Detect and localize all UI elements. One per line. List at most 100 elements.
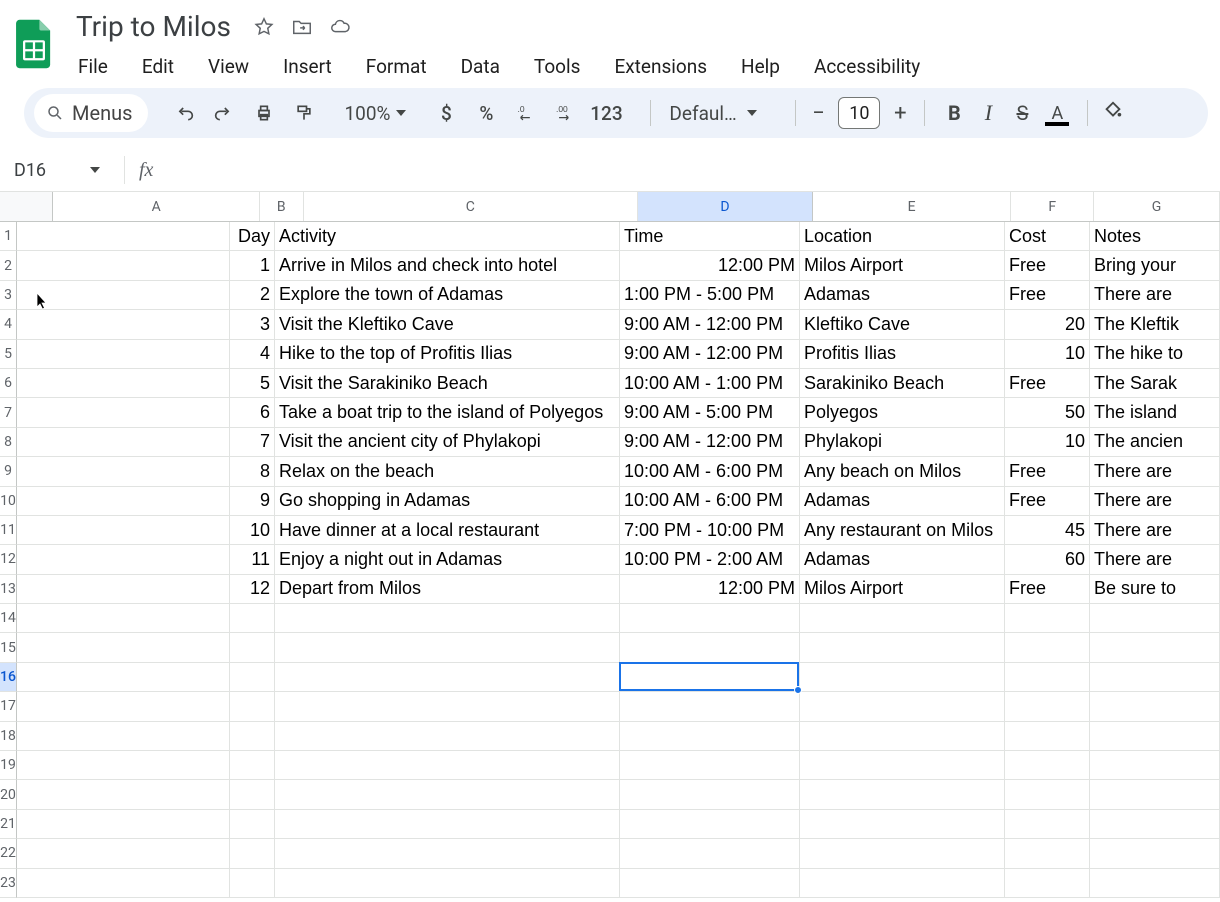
decrease-decimal-button[interactable]: .0 [508,95,544,131]
cell[interactable]: 9 [230,487,275,516]
menu-edit[interactable]: Edit [138,51,178,82]
cell[interactable] [1005,663,1090,692]
cell[interactable] [275,839,620,868]
cell[interactable] [1005,869,1090,898]
menu-data[interactable]: Data [457,51,504,82]
cell[interactable]: Any restaurant on Milos [800,516,1005,545]
cell[interactable]: 12 [230,575,275,604]
cell[interactable]: 6 [230,398,275,427]
row-header[interactable]: 15 [0,633,17,662]
cell[interactable]: Any beach on Milos [800,457,1005,486]
cell[interactable] [1005,751,1090,780]
row-header[interactable]: 8 [0,428,17,457]
cell[interactable]: Milos Airport [800,575,1005,604]
cell[interactable] [17,340,230,369]
cell[interactable] [275,810,620,839]
row-header[interactable]: 9 [0,457,17,486]
col-header-A[interactable]: A [53,192,260,221]
cell[interactable]: 11 [230,545,275,574]
cell[interactable] [620,839,800,868]
cell[interactable]: 9:00 AM - 5:00 PM [620,398,800,427]
cell[interactable] [1090,869,1220,898]
cell[interactable] [620,780,800,809]
col-header-F[interactable]: F [1011,192,1093,221]
cell[interactable]: There are [1090,281,1220,310]
cell[interactable]: Adamas [800,281,1005,310]
cell[interactable]: Arrive in Milos and check into hotel [275,251,620,280]
font-size-input[interactable]: 10 [838,97,880,129]
cell[interactable] [17,428,230,457]
cell[interactable]: 20 [1005,310,1090,339]
cell[interactable] [800,633,1005,662]
cell[interactable] [620,810,800,839]
cell[interactable]: Relax on the beach [275,457,620,486]
cell[interactable] [17,780,230,809]
spreadsheet-grid[interactable]: A B C D E F G 12345678910111213141516171… [0,192,1220,898]
cell[interactable]: 9:00 AM - 12:00 PM [620,428,800,457]
cell[interactable]: Adamas [800,545,1005,574]
print-button[interactable] [246,95,282,131]
cell[interactable] [1090,663,1220,692]
cell[interactable]: Activity [275,222,620,251]
menu-insert[interactable]: Insert [279,51,336,82]
cell[interactable] [1090,810,1220,839]
row-header[interactable]: 19 [0,751,17,780]
cell[interactable] [1005,633,1090,662]
format-percent-button[interactable]: % [468,102,504,125]
text-color-button[interactable]: A [1041,103,1073,124]
cell[interactable]: There are [1090,457,1220,486]
cell[interactable] [230,692,275,721]
cell[interactable]: Depart from Milos [275,575,620,604]
doc-title[interactable]: Trip to Milos [70,8,237,45]
col-header-B[interactable]: B [260,192,304,221]
cell[interactable] [230,633,275,662]
row-header[interactable]: 12 [0,545,17,574]
bold-button[interactable]: B [939,101,969,125]
cell[interactable]: 7:00 PM - 10:00 PM [620,516,800,545]
cell[interactable] [230,604,275,633]
cell[interactable] [17,663,230,692]
cell[interactable] [275,780,620,809]
menu-view[interactable]: View [204,51,253,82]
cell[interactable]: The Sarak [1090,369,1220,398]
cell[interactable] [17,369,230,398]
cell[interactable]: There are [1090,545,1220,574]
row-header[interactable]: 5 [0,340,17,369]
cell[interactable]: 9:00 AM - 12:00 PM [620,340,800,369]
cell[interactable] [1090,692,1220,721]
cell[interactable]: Free [1005,251,1090,280]
cell[interactable]: 5 [230,369,275,398]
cell[interactable]: 3 [230,310,275,339]
cells-area[interactable]: DayActivityTimeLocationCostNotes1Arrive … [17,222,1220,898]
cell[interactable] [1005,780,1090,809]
cell[interactable] [275,869,620,898]
cell[interactable]: Free [1005,369,1090,398]
cell[interactable]: Visit the ancient city of Phylakopi [275,428,620,457]
cell[interactable]: 50 [1005,398,1090,427]
cell[interactable] [17,839,230,868]
cell[interactable]: Profitis Ilias [800,340,1005,369]
cell[interactable]: Adamas [800,487,1005,516]
cell[interactable] [17,487,230,516]
cell[interactable] [1090,722,1220,751]
more-formats-button[interactable]: 123 [588,102,624,125]
cell[interactable]: Be sure to [1090,575,1220,604]
cell[interactable] [800,810,1005,839]
menu-file[interactable]: File [74,51,112,82]
cell[interactable]: 1 [230,251,275,280]
row-header[interactable]: 22 [0,839,17,868]
increase-decimal-button[interactable]: .00 [548,95,584,131]
cell[interactable] [17,751,230,780]
cell[interactable]: Free [1005,487,1090,516]
cell[interactable]: 9:00 AM - 12:00 PM [620,310,800,339]
cell[interactable] [1005,722,1090,751]
cell[interactable]: Free [1005,457,1090,486]
row-header[interactable]: 17 [0,692,17,721]
cell[interactable]: 7 [230,428,275,457]
cell[interactable]: 10 [230,516,275,545]
cell[interactable] [620,751,800,780]
cell[interactable] [17,310,230,339]
cell[interactable] [17,222,230,251]
cell[interactable]: 12:00 PM [620,251,800,280]
cell[interactable] [275,751,620,780]
